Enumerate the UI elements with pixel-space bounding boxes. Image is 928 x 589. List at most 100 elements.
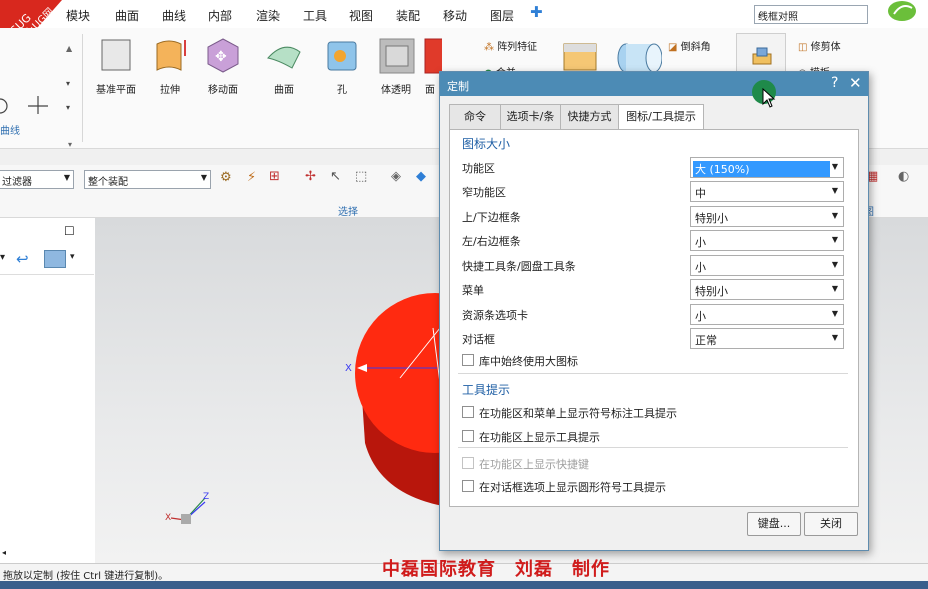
- tooltip-section-title: 工具提示: [462, 383, 511, 397]
- command-search-input[interactable]: 线框对照 ⌕: [754, 5, 868, 24]
- menu-size-select[interactable]: 特别小 ▼: [690, 279, 844, 300]
- menu-item-layer[interactable]: 图层: [490, 7, 514, 24]
- top-bottom-border-size-select[interactable]: 特别小 ▼: [690, 206, 844, 227]
- surface-label: 曲面: [274, 85, 294, 96]
- checkbox-box[interactable]: [462, 354, 474, 366]
- cursor-icon[interactable]: ↖: [330, 169, 341, 184]
- dialog-size-select[interactable]: 正常 ▼: [690, 328, 844, 349]
- dialog-titlebar[interactable]: 定制 ? ✕: [440, 72, 868, 96]
- datum-plane-button[interactable]: 基准平面: [86, 34, 146, 96]
- tooltip-check-symbol-annotation[interactable]: 在功能区和菜单上显示符号标注工具提示: [462, 405, 677, 421]
- cube-icon[interactable]: ◆: [416, 169, 426, 184]
- select-box-icon[interactable]: ⊞: [269, 169, 280, 184]
- shortcut-toolbar-size-value: 小: [695, 261, 706, 274]
- large-icons-checkbox[interactable]: 库中始终使用大图标: [462, 353, 578, 369]
- trim-body-button[interactable]: ◫ 修剪体: [798, 38, 841, 53]
- extrude-button[interactable]: 拉伸: [140, 34, 200, 96]
- trim-label: 修剪体: [810, 42, 841, 53]
- brand-logo-icon: [888, 1, 916, 21]
- shortcut-toolbar-size-label: 快捷工具条/圆盘工具条: [462, 260, 576, 273]
- menu-item-move[interactable]: 移动: [443, 7, 467, 24]
- scroll-left-icon[interactable]: ◂: [2, 548, 6, 557]
- chamfer-button[interactable]: ◪ 倒斜角: [668, 38, 711, 53]
- move-face-label: 移动面: [208, 85, 238, 96]
- chevron-down-icon: ▼: [831, 211, 838, 220]
- render-style-icon[interactable]: ◐: [898, 169, 909, 184]
- body-transparency-button[interactable]: 体透明: [366, 34, 426, 96]
- box-tool-icon[interactable]: [560, 36, 604, 76]
- maximize-icon[interactable]: ☐: [64, 224, 75, 238]
- triad-x-label: X: [165, 513, 171, 523]
- datum-plane-icon: [101, 39, 131, 71]
- menu-item-render[interactable]: 渲染: [256, 7, 280, 24]
- chevron-down-icon[interactable]: ▾: [70, 252, 75, 262]
- tab-icons-tooltips[interactable]: 图标/工具提示: [618, 104, 704, 131]
- tooltip-check-label: 在对话框选项上显示圆形符号工具提示: [479, 481, 666, 494]
- ribbon-size-select[interactable]: 大 (150%) ▼: [690, 157, 844, 178]
- resource-tab-size-select[interactable]: 小 ▼: [690, 304, 844, 325]
- curve-group-label: 曲线: [0, 126, 20, 137]
- tooltip-check-label: 在功能区上显示工具提示: [479, 431, 600, 444]
- extrude-label: 拉伸: [160, 85, 180, 96]
- body-select-icon[interactable]: ◈: [391, 169, 401, 184]
- chamfer-label: 倒斜角: [680, 42, 711, 53]
- tooltip-check-ribbon-tooltip[interactable]: 在功能区上显示工具提示: [462, 429, 600, 445]
- tooltip-check-dialog-symbol[interactable]: 在对话框选项上显示圆形符号工具提示: [462, 479, 666, 495]
- image-icon[interactable]: [44, 250, 66, 268]
- checkbox-box[interactable]: [462, 430, 474, 442]
- menu-item-surface[interactable]: 曲面: [115, 7, 139, 24]
- resource-tab-size-value: 小: [695, 310, 706, 323]
- point-icon[interactable]: ✢: [305, 169, 316, 184]
- menubar: 方 模块 曲面 曲线 内部 渲染 工具 视图 装配 移动 图层 ✚ 线框对照 ⌕: [0, 0, 928, 29]
- checkbox-box[interactable]: [462, 406, 474, 418]
- close-button[interactable]: 关闭: [804, 512, 858, 536]
- selection-scope-select[interactable]: 整个装配 ▼: [84, 170, 211, 189]
- search-icon[interactable]: ⌕: [758, 6, 864, 21]
- tab-tabs-bars[interactable]: 选项卡/条: [500, 104, 561, 129]
- narrow-ribbon-size-select[interactable]: 中 ▼: [690, 181, 844, 202]
- back-arrow-icon[interactable]: ↩: [16, 250, 29, 268]
- left-right-border-size-select[interactable]: 小 ▼: [690, 230, 844, 251]
- stack-icon: [752, 47, 772, 65]
- transparency-icon: [379, 38, 415, 74]
- surface-button[interactable]: 曲面: [254, 34, 314, 96]
- menu-item-internal[interactable]: 内部: [208, 7, 232, 24]
- type-filter-select[interactable]: 过滤器 ▼: [0, 170, 74, 189]
- divider: [458, 373, 848, 374]
- move-face-button[interactable]: ✥ 移动面: [193, 34, 253, 96]
- checkbox-box[interactable]: [462, 480, 474, 492]
- shortcut-toolbar-size-select[interactable]: 小 ▼: [690, 255, 844, 276]
- menu-item-tools[interactable]: 工具: [303, 7, 327, 24]
- menu-item-assembly[interactable]: 装配: [396, 7, 420, 24]
- tooltip-check-label: 在功能区和菜单上显示符号标注工具提示: [479, 407, 677, 420]
- wcs-triad-icon: X Z: [165, 492, 209, 524]
- menu-item-curve[interactable]: 曲线: [162, 7, 186, 24]
- snap-icon[interactable]: ⚡: [247, 170, 256, 185]
- scroll-up-icon[interactable]: ▲: [66, 44, 72, 53]
- nav-dropdown-icon[interactable]: ▾: [0, 252, 5, 263]
- body-transparency-label: 体透明: [381, 85, 411, 96]
- large-icons-label: 库中始终使用大图标: [479, 355, 578, 368]
- chevron-down-icon: ▼: [831, 235, 838, 244]
- tab-commands[interactable]: 命令: [449, 104, 501, 129]
- rect-select-icon[interactable]: ⬚: [355, 169, 367, 184]
- dialog-size-value: 正常: [695, 334, 717, 347]
- filter-icon[interactable]: ⚙: [220, 170, 232, 185]
- icon-size-section-title: 图标大小: [462, 137, 511, 151]
- taskbar: [0, 581, 928, 589]
- keyboard-button[interactable]: 键盘...: [747, 512, 801, 536]
- tab-shortcuts[interactable]: 快捷方式: [560, 104, 619, 129]
- pattern-feature-button[interactable]: ⁂ 阵列特征: [484, 38, 537, 53]
- svg-text:✥: ✥: [215, 49, 227, 65]
- tube-tool-icon[interactable]: [612, 36, 662, 76]
- add-tab-icon[interactable]: ✚: [530, 3, 543, 21]
- chevron-down-icon: ▼: [831, 186, 838, 195]
- close-icon[interactable]: ✕: [849, 74, 862, 92]
- hole-button[interactable]: 孔: [312, 34, 372, 96]
- expand-icon[interactable]: ▾: [68, 140, 72, 149]
- menu-item-view[interactable]: 视图: [349, 7, 373, 24]
- help-button[interactable]: ?: [831, 75, 838, 91]
- divider: [458, 447, 848, 448]
- customize-dialog: 定制 ? ✕ 命令 选项卡/条 快捷方式 图标/工具提示 图标大小 功能区 大 …: [439, 71, 869, 551]
- menu-size-label: 菜单: [462, 284, 484, 297]
